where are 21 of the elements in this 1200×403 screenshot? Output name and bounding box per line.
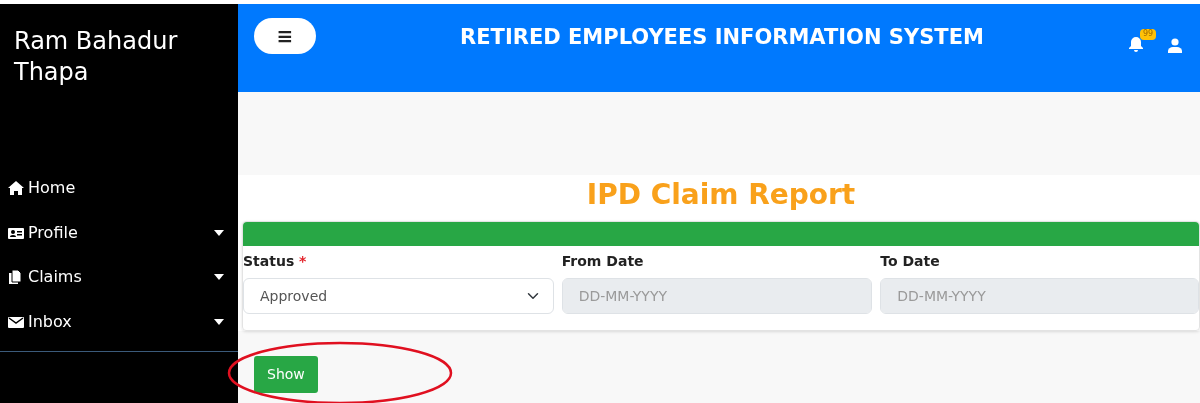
user-icon[interactable]: [1168, 38, 1182, 53]
documents-icon: [8, 269, 24, 286]
field-label: From Date: [561, 253, 644, 269]
bell-icon[interactable]: [1128, 36, 1144, 52]
caret-icon: [214, 318, 224, 325]
sidebar-item[interactable]: Inbox: [0, 299, 238, 344]
page-title: IPD Claim Report: [585, 177, 857, 213]
caret-icon: [214, 229, 224, 236]
caret-icon: [214, 274, 224, 281]
sidebar-item[interactable]: Claims: [0, 255, 238, 300]
home-icon: [8, 180, 24, 197]
sidebar-item[interactable]: Home: [0, 166, 238, 211]
app-title: RETIRED EMPLOYEES INFORMATION SYSTEM: [459, 24, 985, 51]
sidebar-item[interactable]: Profile: [0, 210, 238, 255]
menu-button[interactable]: ≡: [254, 18, 316, 54]
status-select[interactable]: Approved: [243, 278, 554, 314]
user-name: Ram Bahadur Thapa: [13, 26, 179, 88]
field-label: Status: [243, 253, 295, 269]
field-label: To Date: [880, 253, 940, 269]
notification-count: 99: [1140, 29, 1157, 40]
required-mark: *: [299, 253, 307, 269]
